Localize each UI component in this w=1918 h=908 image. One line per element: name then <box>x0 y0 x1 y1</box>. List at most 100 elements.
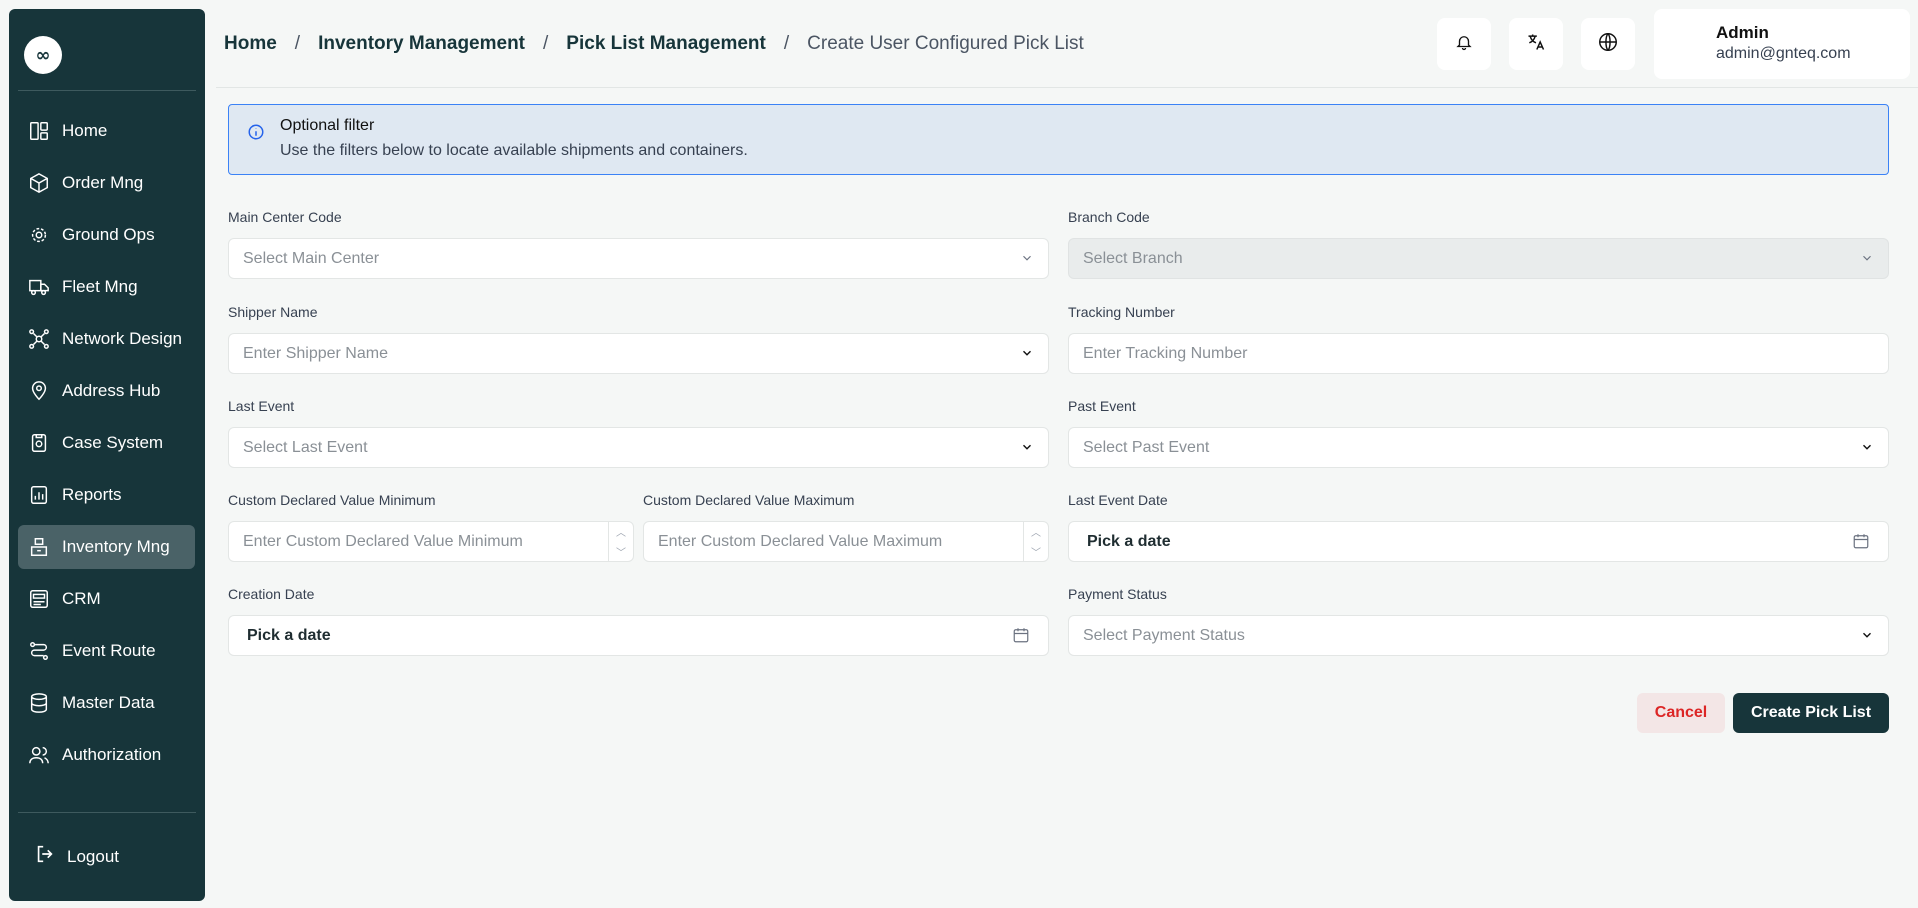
sidebar-item-label: CRM <box>62 589 101 608</box>
last-event-date-label: Last Event Date <box>1068 492 1168 508</box>
sidebar-item-label: Ground Ops <box>62 225 155 244</box>
sidebar-item-label: Inventory Mng <box>62 537 170 556</box>
info-icon <box>247 123 265 146</box>
sidebar-item-network-design[interactable]: Network Design <box>18 317 195 361</box>
calendar-icon <box>1012 626 1030 649</box>
home-grid-icon <box>27 119 51 143</box>
branch-placeholder: Select Branch <box>1083 249 1183 267</box>
cdv-max-placeholder: Enter Custom Declared Value Maximum <box>658 532 943 550</box>
breadcrumb-current-page: Create User Configured Pick List <box>807 33 1084 54</box>
sidebar-item-label: Authorization <box>62 745 162 764</box>
creation-date-label: Creation Date <box>228 586 315 602</box>
shipper-name-select[interactable]: Enter Shipper Name <box>228 333 1049 374</box>
sidebar-item-case-system[interactable]: Case System <box>18 421 195 465</box>
number-stepper[interactable]: ︿ ﹀ <box>608 522 633 561</box>
number-stepper[interactable]: ︿ ﹀ <box>1023 522 1048 561</box>
sidebar-item-inventory-mng[interactable]: Inventory Mng <box>18 525 195 569</box>
breadcrumb-pick-list-management[interactable]: Pick List Management <box>566 33 766 55</box>
breadcrumb-separator: / <box>783 33 790 54</box>
last-event-date-picker[interactable]: Pick a date <box>1068 521 1889 562</box>
sidebar-item-authorization[interactable]: Authorization <box>18 733 195 777</box>
sidebar-item-label: Order Mng <box>62 173 144 192</box>
main-center-label: Main Center Code <box>228 209 342 225</box>
logo-glyph: ∞ <box>35 44 51 66</box>
breadcrumb-home[interactable]: Home <box>224 33 277 55</box>
stepper-up-icon[interactable]: ︿ <box>616 524 626 539</box>
last-event-label: Last Event <box>228 398 295 414</box>
sidebar-divider-bottom <box>18 812 196 813</box>
sidebar-item-label: Network Design <box>62 329 182 348</box>
sidebar-item-label: Home <box>62 121 108 140</box>
sidebar-item-fleet-mng[interactable]: Fleet Mng <box>18 265 195 309</box>
sidebar-item-master-data[interactable]: Master Data <box>18 681 195 725</box>
crm-icon <box>27 587 51 611</box>
last-event-select[interactable]: Select Last Event <box>228 427 1049 468</box>
cdv-max-input[interactable]: Enter Custom Declared Value Maximum ︿ ﹀ <box>643 521 1049 562</box>
notifications-button[interactable] <box>1437 18 1491 70</box>
cdv-min-input[interactable]: Enter Custom Declared Value Minimum ︿ ﹀ <box>228 521 634 562</box>
breadcrumb-inventory-management[interactable]: Inventory Management <box>318 33 525 55</box>
chevron-down-icon <box>1860 440 1874 459</box>
sidebar-item-label: Master Data <box>62 693 155 712</box>
gear-icon <box>27 223 51 247</box>
chevron-down-icon <box>1020 346 1034 365</box>
cancel-button[interactable]: Cancel <box>1637 693 1725 733</box>
stepper-down-icon[interactable]: ﹀ <box>616 544 626 559</box>
last-event-date-value: Pick a date <box>1087 532 1171 550</box>
logout-label: Logout <box>67 846 119 866</box>
cdv-min-label: Custom Declared Value Minimum <box>228 492 436 508</box>
past-event-select[interactable]: Select Past Event <box>1068 427 1889 468</box>
banner-description: Use the filters below to locate availabl… <box>280 142 748 159</box>
case-icon <box>27 431 51 455</box>
user-email: admin@gnteq.com <box>1716 45 1851 62</box>
translate-button[interactable] <box>1509 18 1563 70</box>
chevron-down-icon <box>1860 628 1874 647</box>
payment-status-placeholder: Select Payment Status <box>1083 626 1245 644</box>
globe-icon <box>1597 31 1619 58</box>
main-center-select[interactable]: Select Main Center <box>228 238 1049 279</box>
past-event-placeholder: Select Past Event <box>1083 438 1210 456</box>
sidebar-item-label: Case System <box>62 433 164 452</box>
sidebar-item-home[interactable]: Home <box>18 109 195 153</box>
inventory-icon <box>27 535 51 559</box>
sidebar-item-address-hub[interactable]: Address Hub <box>18 369 195 413</box>
app-logo[interactable]: ∞ <box>24 36 62 74</box>
translate-icon <box>1526 32 1546 57</box>
payment-status-label: Payment Status <box>1068 586 1167 602</box>
sidebar-item-label: Fleet Mng <box>62 277 138 296</box>
payment-status-select[interactable]: Select Payment Status <box>1068 615 1889 656</box>
network-icon <box>27 327 51 351</box>
breadcrumb: Home / Inventory Management / Pick List … <box>224 33 1084 55</box>
sidebar-item-label: Address Hub <box>62 381 161 400</box>
sidebar-item-ground-ops[interactable]: Ground Ops <box>18 213 195 257</box>
branch-select: Select Branch <box>1068 238 1889 279</box>
calendar-icon <box>1852 532 1870 555</box>
past-event-label: Past Event <box>1068 398 1136 414</box>
sidebar-item-event-route[interactable]: Event Route <box>18 629 195 673</box>
bell-icon <box>1455 33 1473 56</box>
last-event-placeholder: Select Last Event <box>243 438 368 456</box>
sidebar: ∞ Home Order Mng Ground Ops Fleet Mng Ne… <box>9 9 205 901</box>
main-center-placeholder: Select Main Center <box>243 249 380 267</box>
tracking-number-input[interactable]: Enter Tracking Number <box>1068 333 1889 374</box>
stepper-down-icon[interactable]: ﹀ <box>1031 544 1041 559</box>
sidebar-item-crm[interactable]: CRM <box>18 577 195 621</box>
user-profile-card[interactable]: Admin admin@gnteq.com <box>1654 9 1910 79</box>
shipper-name-placeholder: Enter Shipper Name <box>243 344 388 362</box>
user-name: Admin <box>1716 23 1769 42</box>
cdv-min-placeholder: Enter Custom Declared Value Minimum <box>243 532 523 550</box>
optional-filter-banner: Optional filter Use the filters below to… <box>228 104 1889 175</box>
sidebar-nav: Home Order Mng Ground Ops Fleet Mng Netw… <box>18 109 195 801</box>
banner-title: Optional filter <box>280 117 375 134</box>
language-button[interactable] <box>1581 18 1635 70</box>
box-icon <box>27 171 51 195</box>
shipper-name-label: Shipper Name <box>228 304 318 320</box>
stepper-up-icon[interactable]: ︿ <box>1031 524 1041 539</box>
chevron-down-icon <box>1020 440 1034 459</box>
sidebar-item-reports[interactable]: Reports <box>18 473 195 517</box>
sidebar-item-order-mng[interactable]: Order Mng <box>18 161 195 205</box>
logout-button[interactable]: Logout <box>34 843 119 870</box>
cdv-max-label: Custom Declared Value Maximum <box>643 492 855 508</box>
creation-date-picker[interactable]: Pick a date <box>228 615 1049 656</box>
create-pick-list-button[interactable]: Create Pick List <box>1733 693 1889 733</box>
